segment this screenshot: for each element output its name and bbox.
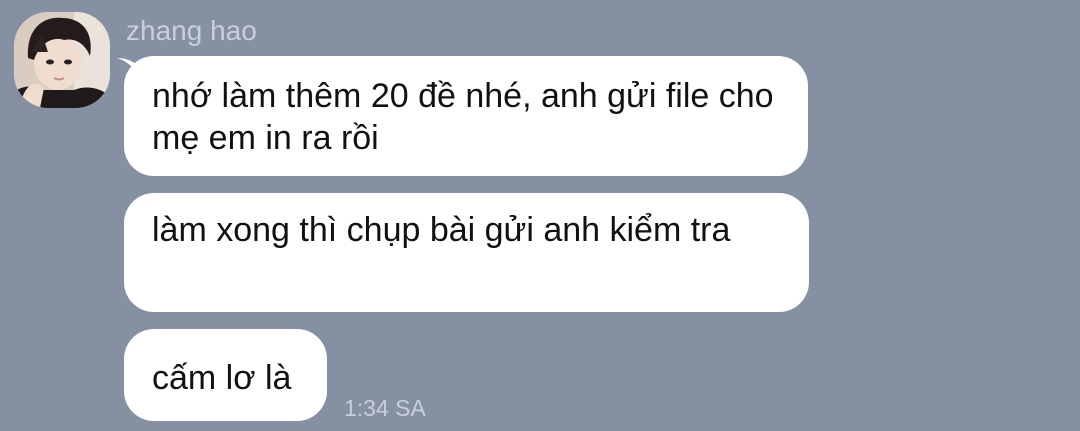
message-bubble[interactable]: nhớ làm thêm 20 đề nhé, anh gửi file cho… <box>124 56 808 176</box>
message-bubble[interactable]: cấm lơ là <box>124 329 327 421</box>
message-bubble[interactable]: làm xong thì chụp bài gửi anh kiểm tra <box>124 193 809 312</box>
message-text: nhớ làm thêm 20 đề nhé, anh gửi file cho… <box>152 77 774 157</box>
message-text: cấm lơ là <box>152 359 292 397</box>
sender-name: zhang hao <box>126 15 257 46</box>
avatar[interactable] <box>14 12 110 108</box>
message-timestamp: 1:34 SA <box>344 395 426 421</box>
message-text: làm xong thì chụp bài gửi anh kiểm tra <box>152 211 731 249</box>
user-photo-avatar-icon <box>14 12 110 108</box>
